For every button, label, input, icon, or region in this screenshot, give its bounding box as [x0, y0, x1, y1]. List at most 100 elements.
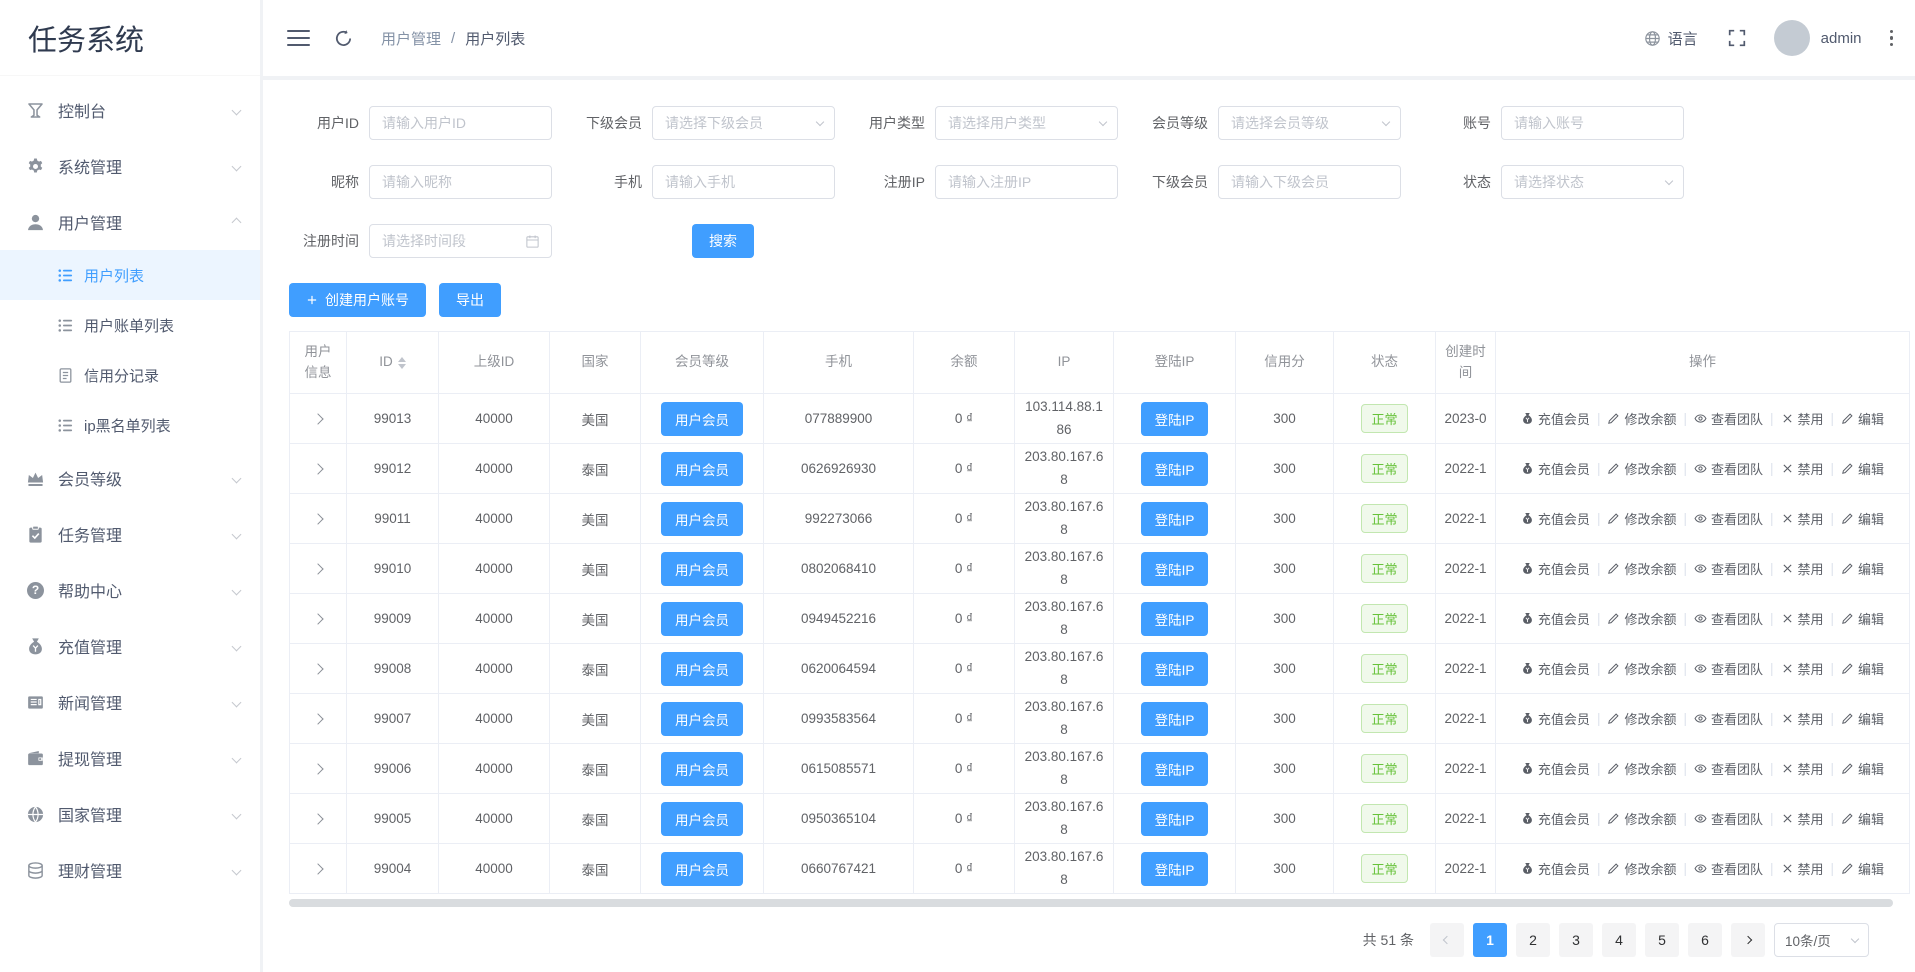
action-禁用[interactable]: 禁用 — [1781, 709, 1824, 728]
expand-row-icon[interactable] — [312, 863, 323, 874]
pagination-page-1[interactable]: 1 — [1473, 923, 1507, 957]
action-充值会员[interactable]: 充值会员 — [1521, 709, 1590, 728]
action-禁用[interactable]: 禁用 — [1781, 559, 1824, 578]
action-编辑[interactable]: 编辑 — [1841, 609, 1884, 628]
action-修改余额[interactable]: 修改余额 — [1607, 609, 1676, 628]
sidebar-item-系统管理[interactable]: 系统管理 — [0, 138, 260, 194]
filter-input-用户ID[interactable] — [369, 106, 552, 140]
sidebar-item-帮助中心[interactable]: ?帮助中心 — [0, 562, 260, 618]
avatar[interactable] — [1774, 20, 1810, 56]
pagination-page-2[interactable]: 2 — [1516, 923, 1550, 957]
filter-select-下级会员[interactable]: 请选择下级会员 — [652, 106, 835, 140]
pagination-page-4[interactable]: 4 — [1602, 923, 1636, 957]
action-禁用[interactable]: 禁用 — [1781, 509, 1824, 528]
action-编辑[interactable]: 编辑 — [1841, 709, 1884, 728]
hamburger-icon[interactable] — [287, 30, 310, 47]
sidebar-item-理财管理[interactable]: 理财管理 — [0, 842, 260, 898]
action-编辑[interactable]: 编辑 — [1841, 409, 1884, 428]
action-修改余额[interactable]: 修改余额 — [1607, 659, 1676, 678]
action-编辑[interactable]: 编辑 — [1841, 459, 1884, 478]
action-查看团队[interactable]: 查看团队 — [1694, 509, 1763, 528]
filter-input-昵称[interactable] — [369, 165, 552, 199]
login-ip-button[interactable]: 登陆IP — [1141, 452, 1209, 486]
action-修改余额[interactable]: 修改余额 — [1607, 409, 1676, 428]
member-level-button[interactable]: 用户会员 — [661, 402, 743, 436]
login-ip-button[interactable]: 登陆IP — [1141, 752, 1209, 786]
action-查看团队[interactable]: 查看团队 — [1694, 409, 1763, 428]
sidebar-item-控制台[interactable]: 控制台 — [0, 82, 260, 138]
sidebar-item-充值管理[interactable]: 充值管理 — [0, 618, 260, 674]
sidebar-item-用户管理[interactable]: 用户管理 — [0, 194, 260, 250]
action-充值会员[interactable]: 充值会员 — [1521, 559, 1590, 578]
breadcrumb-item-current[interactable]: 用户列表 — [465, 28, 525, 49]
action-禁用[interactable]: 禁用 — [1781, 659, 1824, 678]
member-level-button[interactable]: 用户会员 — [661, 752, 743, 786]
sidebar-subitem-用户列表[interactable]: 用户列表 — [0, 250, 260, 300]
expand-row-icon[interactable] — [312, 663, 323, 674]
filter-select-用户类型[interactable]: 请选择用户类型 — [935, 106, 1118, 140]
filter-select-会员等级[interactable]: 请选择会员等级 — [1218, 106, 1401, 140]
action-充值会员[interactable]: 充值会员 — [1521, 859, 1590, 878]
sidebar-subitem-ip黑名单列表[interactable]: ip黑名单列表 — [0, 400, 260, 450]
action-修改余额[interactable]: 修改余额 — [1607, 709, 1676, 728]
login-ip-button[interactable]: 登陆IP — [1141, 802, 1209, 836]
expand-row-icon[interactable] — [312, 513, 323, 524]
filter-input-手机[interactable] — [652, 165, 835, 199]
refresh-icon[interactable] — [334, 29, 353, 48]
create-user-button[interactable]: 创建用户账号 — [289, 283, 426, 317]
member-level-button[interactable]: 用户会员 — [661, 552, 743, 586]
expand-row-icon[interactable] — [312, 813, 323, 824]
search-button[interactable]: 搜索 — [692, 224, 754, 258]
action-查看团队[interactable]: 查看团队 — [1694, 609, 1763, 628]
pagination-next-button[interactable] — [1731, 923, 1765, 957]
filter-input-下级会员[interactable] — [1218, 165, 1401, 199]
sort-icon[interactable] — [398, 357, 406, 369]
login-ip-button[interactable]: 登陆IP — [1141, 502, 1209, 536]
action-查看团队[interactable]: 查看团队 — [1694, 659, 1763, 678]
login-ip-button[interactable]: 登陆IP — [1141, 402, 1209, 436]
action-查看团队[interactable]: 查看团队 — [1694, 859, 1763, 878]
sidebar-item-新闻管理[interactable]: 新闻管理 — [0, 674, 260, 730]
expand-row-icon[interactable] — [312, 613, 323, 624]
sidebar-item-提现管理[interactable]: 提现管理 — [0, 730, 260, 786]
filter-select-状态[interactable]: 请选择状态 — [1501, 165, 1684, 199]
action-编辑[interactable]: 编辑 — [1841, 759, 1884, 778]
sidebar-subitem-用户账单列表[interactable]: 用户账单列表 — [0, 300, 260, 350]
expand-row-icon[interactable] — [312, 563, 323, 574]
action-编辑[interactable]: 编辑 — [1841, 559, 1884, 578]
action-修改余额[interactable]: 修改余额 — [1607, 809, 1676, 828]
action-充值会员[interactable]: 充值会员 — [1521, 659, 1590, 678]
action-充值会员[interactable]: 充值会员 — [1521, 509, 1590, 528]
pagination-page-6[interactable]: 6 — [1688, 923, 1722, 957]
member-level-button[interactable]: 用户会员 — [661, 852, 743, 886]
login-ip-button[interactable]: 登陆IP — [1141, 602, 1209, 636]
member-level-button[interactable]: 用户会员 — [661, 652, 743, 686]
export-button[interactable]: 导出 — [439, 283, 501, 317]
action-编辑[interactable]: 编辑 — [1841, 859, 1884, 878]
action-禁用[interactable]: 禁用 — [1781, 809, 1824, 828]
action-禁用[interactable]: 禁用 — [1781, 759, 1824, 778]
action-编辑[interactable]: 编辑 — [1841, 659, 1884, 678]
login-ip-button[interactable]: 登陆IP — [1141, 652, 1209, 686]
action-查看团队[interactable]: 查看团队 — [1694, 709, 1763, 728]
member-level-button[interactable]: 用户会员 — [661, 802, 743, 836]
pagination-page-3[interactable]: 3 — [1559, 923, 1593, 957]
action-修改余额[interactable]: 修改余额 — [1607, 509, 1676, 528]
action-充值会员[interactable]: 充值会员 — [1521, 809, 1590, 828]
scrollbar-thumb[interactable] — [289, 899, 1893, 907]
action-修改余额[interactable]: 修改余额 — [1607, 559, 1676, 578]
pagination-page-5[interactable]: 5 — [1645, 923, 1679, 957]
login-ip-button[interactable]: 登陆IP — [1141, 852, 1209, 886]
expand-row-icon[interactable] — [312, 413, 323, 424]
login-ip-button[interactable]: 登陆IP — [1141, 702, 1209, 736]
action-充值会员[interactable]: 充值会员 — [1521, 759, 1590, 778]
fullscreen-icon[interactable] — [1728, 29, 1746, 47]
filter-input-注册IP[interactable] — [935, 165, 1118, 199]
action-充值会员[interactable]: 充值会员 — [1521, 459, 1590, 478]
sidebar-item-会员等级[interactable]: 会员等级 — [0, 450, 260, 506]
pagination-prev-button[interactable] — [1430, 923, 1464, 957]
action-禁用[interactable]: 禁用 — [1781, 459, 1824, 478]
expand-row-icon[interactable] — [312, 463, 323, 474]
username[interactable]: admin — [1821, 30, 1862, 47]
expand-row-icon[interactable] — [312, 713, 323, 724]
